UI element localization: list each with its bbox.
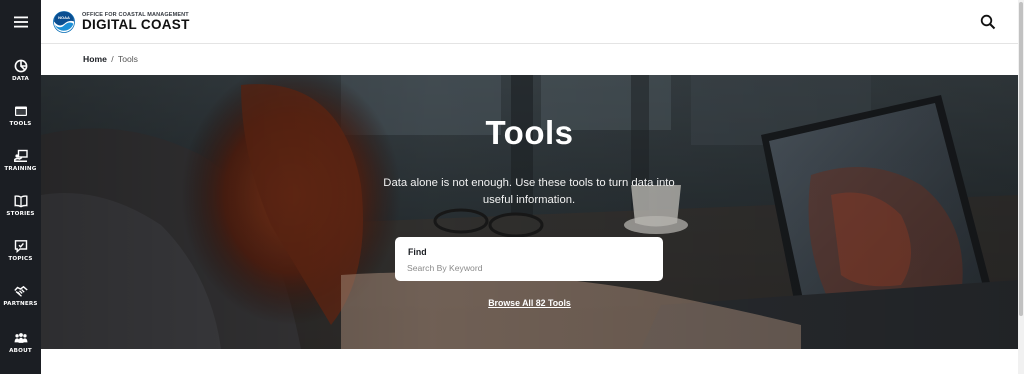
- sidebar-item-tools[interactable]: TOOLS: [0, 95, 41, 135]
- side-navigation: DATA TOOLS TRAINING STORIES TOPICS PARTN…: [0, 0, 41, 374]
- page-subtitle: Data alone is not enough. Use these tool…: [383, 177, 675, 206]
- breadcrumb: Home / Tools: [83, 54, 138, 64]
- sidebar-item-label: DATA: [11, 75, 30, 82]
- hamburger-menu-icon: [13, 16, 28, 28]
- sidebar-item-label: ABOUT: [9, 347, 32, 354]
- site-logo[interactable]: NOAA OFFICE FOR COASTAL MANAGEMENT DIGIT…: [53, 9, 190, 35]
- partners-handshake-icon: [13, 285, 28, 297]
- browse-all-tools-link[interactable]: Browse All 82 Tools: [41, 298, 1018, 308]
- menu-button[interactable]: [0, 0, 41, 44]
- training-presenter-icon: [13, 149, 28, 162]
- tools-window-icon: [14, 106, 27, 116]
- noaa-logo-icon: NOAA: [53, 11, 75, 33]
- breadcrumb-home-link[interactable]: Home: [83, 54, 107, 64]
- site-header: NOAA OFFICE FOR COASTAL MANAGEMENT DIGIT…: [41, 0, 1018, 44]
- svg-text:NOAA: NOAA: [58, 15, 70, 20]
- sidebar-item-partners[interactable]: PARTNERS: [0, 275, 41, 315]
- scrollbar-thumb[interactable]: [1019, 2, 1023, 316]
- data-pie-icon: [14, 59, 27, 72]
- sidebar-item-label: TRAINING: [4, 165, 37, 172]
- logo-title: DIGITAL COAST: [82, 17, 190, 32]
- search-icon: [980, 14, 996, 30]
- page-scrollbar[interactable]: [1018, 0, 1024, 374]
- find-search-box[interactable]: Find: [395, 237, 663, 281]
- keyword-search-input[interactable]: [407, 261, 647, 274]
- sidebar-item-data[interactable]: DATA: [0, 50, 41, 90]
- content-area: [41, 349, 1018, 374]
- sidebar-item-stories[interactable]: STORIES: [0, 185, 41, 225]
- sidebar-item-training[interactable]: TRAINING: [0, 140, 41, 180]
- breadcrumb-separator: /: [111, 54, 114, 64]
- breadcrumb-bar: Home / Tools: [41, 45, 1018, 75]
- hero-banner: Tools Data alone is not enough. Use thes…: [41, 75, 1018, 349]
- topics-chat-icon: [14, 239, 27, 253]
- header-search-button[interactable]: [980, 14, 996, 30]
- stories-book-icon: [14, 194, 27, 207]
- page-title: Tools: [485, 114, 574, 151]
- sidebar-item-label: TOOLS: [9, 120, 32, 127]
- breadcrumb-current: Tools: [117, 54, 138, 64]
- find-label: Find: [408, 247, 427, 257]
- sidebar-item-about[interactable]: ABOUT: [0, 322, 41, 362]
- sidebar-item-label: PARTNERS: [3, 300, 38, 307]
- page: DATA TOOLS TRAINING STORIES TOPICS PARTN…: [0, 0, 1024, 374]
- sidebar-item-label: STORIES: [6, 210, 35, 217]
- sidebar-item-label: TOPICS: [8, 255, 33, 262]
- sidebar-item-topics[interactable]: TOPICS: [0, 230, 41, 270]
- about-people-icon: [14, 332, 27, 343]
